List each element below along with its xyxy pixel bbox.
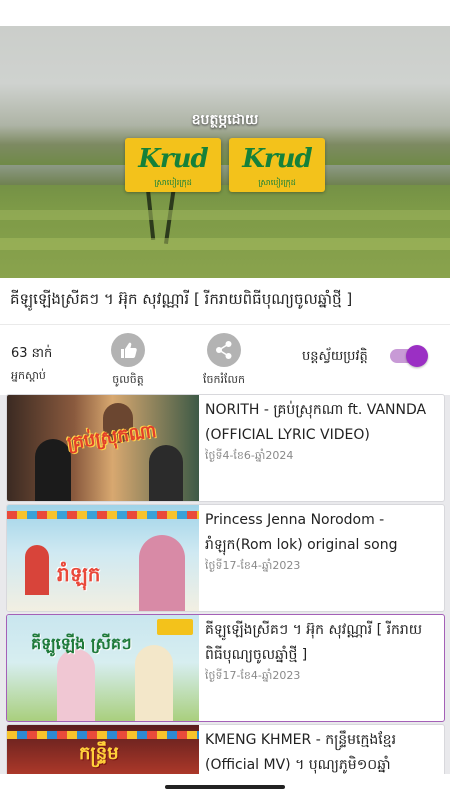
- playlist-item-date: ថ្ងៃទី17-ខែ4-ឆ្នាំ2023: [205, 669, 301, 682]
- home-indicator[interactable]: [165, 785, 285, 789]
- thumb-person: [57, 649, 95, 721]
- logo-sub: ស្រាបៀរក្រុដ: [154, 178, 192, 187]
- action-bar: 63 នាក់ អ្នកស្តាប់ ចូលចិត្ត ចែករំលែក បន្…: [0, 324, 450, 395]
- thumb-person: [149, 445, 183, 501]
- listener-count-label: អ្នកស្តាប់: [11, 369, 46, 382]
- logo-word: Krud: [138, 144, 208, 174]
- video-player[interactable]: ឧបត្ថម្ភដោយ Krud ស្រាបៀរក្រុដ Krud ស្រាប…: [0, 0, 450, 278]
- logo-sub: ស្រាបៀរក្រុដ: [258, 178, 296, 187]
- thumb-person: [25, 545, 49, 595]
- playlist-item-active[interactable]: គីឡូឡើង ស្រីគៗ គីឡូឡើងស្រីគៗ ។ អ៊ុក សុវណ…: [6, 614, 445, 722]
- thumb-person: [135, 645, 173, 721]
- video-title: គីឡូឡើងស្រីគៗ ។ អ៊ុក សុវណ្ណារី [ រីករាយព…: [10, 290, 353, 308]
- thumb-bunting: [7, 511, 199, 519]
- horizon: [0, 165, 450, 185]
- autoplay-label: បន្តស្វ័យប្រវត្តិ: [302, 349, 368, 364]
- playlist-item-title: NORITH - គ្រប់ស្រុកណា ft. VANNDA (OFFICI…: [205, 402, 427, 443]
- thumb-person: [139, 535, 185, 611]
- listener-count: 63 នាក់: [11, 346, 53, 361]
- thumb-person: [35, 439, 71, 501]
- autoplay-toggle[interactable]: [390, 345, 428, 367]
- video-thumbnail: រាំឡុក: [7, 505, 199, 611]
- like-label: ចូលចិត្ត: [112, 373, 144, 386]
- system-nav-bar: [0, 774, 450, 800]
- playlist-item[interactable]: គ្រប់ស្រុកណា NORITH - គ្រប់ស្រុកណា ft. V…: [6, 394, 445, 502]
- playlist-item-title: KMENG KHMER - កន្ទ្រឹមក្មេងខ្មែរ (Offici…: [205, 732, 397, 773]
- share-label: ចែករំលែក: [203, 373, 245, 386]
- share-button[interactable]: ចែករំលែក: [194, 333, 254, 389]
- field-stripe: [0, 210, 450, 220]
- share-icon: [207, 333, 241, 367]
- field-stripe: [0, 238, 450, 250]
- like-button[interactable]: ចូលចិត្ត: [98, 333, 158, 389]
- playlist-item-date: ថ្ងៃទី4-ខែ6-ឆ្នាំ2024: [205, 449, 294, 462]
- toggle-knob: [406, 345, 428, 367]
- video-thumbnail: គីឡូឡើង ស្រីគៗ: [7, 615, 199, 721]
- video-title-bar: គីឡូឡើងស្រីគៗ ។ អ៊ុក សុវណ្ណារី [ រីករាយព…: [0, 278, 450, 324]
- sponsor-logo: Krud ស្រាបៀរក្រុដ: [125, 138, 221, 192]
- playlist-item[interactable]: រាំឡុក Princess Jenna Norodom - រាំឡុក(R…: [6, 504, 445, 612]
- thumb-caption: កន្ទ្រឹម: [79, 743, 119, 764]
- playlist: គ្រប់ស្រុកណា NORITH - គ្រប់ស្រុកណា ft. V…: [0, 394, 450, 800]
- video-thumbnail: គ្រប់ស្រុកណា: [7, 395, 199, 501]
- sponsor-caption: ឧបត្ថម្ភដោយ: [191, 112, 259, 128]
- sponsor-logo: Krud ស្រាបៀរក្រុដ: [229, 138, 325, 192]
- logo-word: Krud: [242, 144, 312, 174]
- thumb-bunting: [7, 731, 199, 739]
- playlist-item-date: ថ្ងៃទី17-ខែ4-ឆ្នាំ2023: [205, 559, 301, 572]
- thumb-caption: គ្រប់ស្រុកណា: [65, 420, 158, 455]
- thumb-caption: គីឡូឡើង ស្រីគៗ: [31, 634, 132, 653]
- thumb-caption: រាំឡុក: [57, 562, 101, 586]
- status-bar: [0, 0, 450, 26]
- playlist-item-title: Princess Jenna Norodom - រាំឡុក(Rom lok)…: [205, 512, 398, 553]
- playlist-item-title: គីឡូឡើងស្រីគៗ ។ អ៊ុក សុវណ្ណារី [ រីករាយព…: [205, 622, 423, 663]
- thumbs-up-icon: [111, 333, 145, 367]
